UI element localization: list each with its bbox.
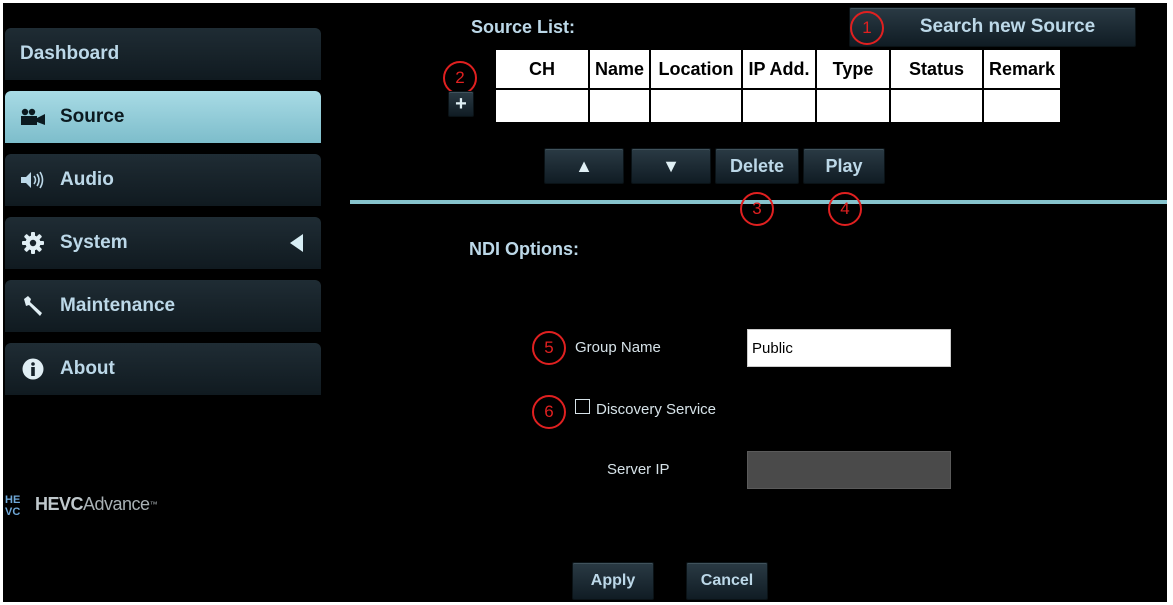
column-header[interactable]: Type [815,48,891,90]
table-cell [588,88,651,124]
table-cell [815,88,891,124]
sidebar-item-dashboard[interactable]: Dashboard [5,28,321,80]
column-header[interactable]: Status [889,48,984,90]
callout-marker-5: 5 [532,331,566,365]
column-header[interactable]: CH [494,48,590,90]
sidebar: Dashboard Source Audio System Maintenanc… [3,3,325,602]
svg-text:VC: VC [5,506,20,516]
sidebar-item-about[interactable]: About [5,343,321,395]
sidebar-item-label: Source [60,106,125,127]
sidebar-item-label: Audio [60,169,114,190]
play-button[interactable]: Play [803,148,885,184]
callout-marker-3: 3 [740,192,774,226]
sidebar-item-label: About [60,358,115,379]
hevc-advance-logo: HE VC HEVC Advance ™ [5,493,158,517]
speaker-icon [20,169,46,191]
discovery-service-checkbox[interactable] [575,399,590,414]
server-ip-label: Server IP [607,461,670,478]
table-cell [889,88,984,124]
sidebar-item-label: System [60,232,128,253]
server-ip-input[interactable] [747,451,951,489]
column-header[interactable]: IP Add. [741,48,817,90]
sidebar-item-audio[interactable]: Audio [5,154,321,206]
info-icon [20,358,46,380]
source-table: CH Name Location IP Add. Type Status Rem… [494,48,1062,124]
column-header[interactable]: Name [588,48,651,90]
column-header[interactable]: Remark [982,48,1062,90]
delete-button[interactable]: Delete [715,148,799,184]
table-header-row: CH Name Location IP Add. Type Status Rem… [494,48,1062,90]
sidebar-item-label: Maintenance [60,295,176,316]
table-row[interactable] [494,88,1062,124]
callout-marker-2: 2 [443,61,477,95]
sidebar-item-system[interactable]: System [5,217,321,269]
main-panel: Source List: Search new Source 1 2 + CH … [325,3,1167,602]
source-list-title: Source List: [471,17,576,37]
callout-marker-1: 1 [850,11,884,45]
cancel-button[interactable]: Cancel [686,562,768,600]
table-cell [494,88,590,124]
table-cell [982,88,1062,124]
hevc-logo-icon: HE VC [5,494,20,516]
discovery-service-label: Discovery Service [596,401,717,418]
search-new-source-button[interactable]: Search new Source [849,7,1136,47]
table-cell [649,88,743,124]
callout-marker-4: 4 [828,192,862,226]
table-cell [741,88,817,124]
column-header[interactable]: Location [649,48,743,90]
camera-icon [20,106,46,128]
group-name-input[interactable] [747,329,951,367]
ndi-options-title: NDI Options: [469,239,579,259]
wrench-icon [20,295,46,317]
group-name-label: Group Name [575,339,661,356]
callout-marker-6: 6 [532,395,566,429]
add-source-button[interactable]: + [448,91,474,117]
move-down-button[interactable]: ▼ [631,148,711,184]
sidebar-item-label: Dashboard [20,43,120,64]
app-screen: Dashboard Source Audio System Maintenanc… [3,3,1167,602]
caret-left-icon [290,234,303,252]
apply-button[interactable]: Apply [572,562,654,600]
move-up-button[interactable]: ▲ [544,148,624,184]
sidebar-item-source[interactable]: Source [5,91,321,143]
sidebar-item-maintenance[interactable]: Maintenance [5,280,321,332]
svg-text:HE: HE [5,494,20,506]
gear-icon [20,232,46,254]
